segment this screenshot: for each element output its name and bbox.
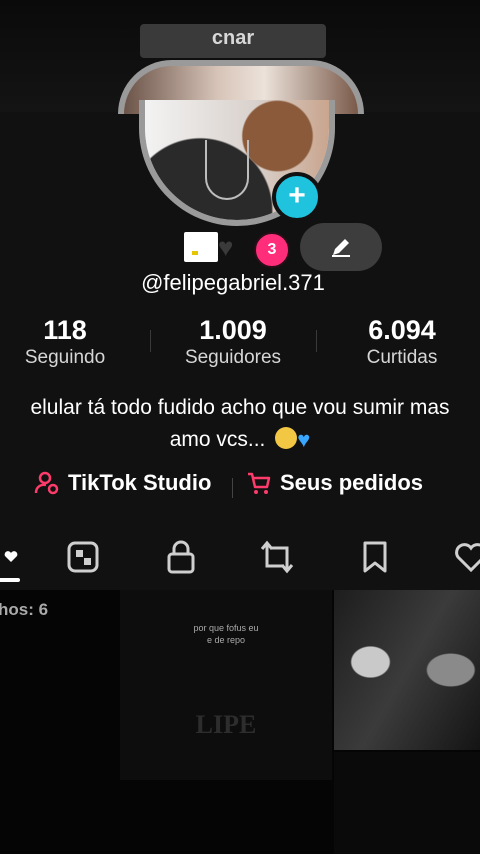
stat-value: 6.094 [368,315,436,345]
avatar-chain [205,140,249,200]
video-tile-photo[interactable] [334,590,480,750]
tiktok-studio-link[interactable]: TikTok Studio [34,470,211,496]
tab-videos[interactable] [0,532,36,582]
stat-label: Curtidas [366,347,438,368]
bookmark-icon [363,541,387,573]
divider [150,330,151,352]
add-story-button[interactable]: + [272,172,322,222]
lock-icon [167,540,195,574]
sad-face-emoji-icon [275,427,298,449]
bio-line-2: amo vcs... ♥ [0,424,480,456]
stat-followers[interactable]: 1.009 Seguidores [166,314,300,370]
stat-value: 1.009 [199,315,267,345]
tab-saved[interactable] [350,532,400,582]
video-tile[interactable] [334,752,480,854]
bio-line-2-text: amo vcs... [169,428,266,451]
grid-section-label: hos: 6 [0,600,49,619]
studio-person-icon [34,471,59,495]
heart-small-icon [4,551,18,562]
orders-label: Seus pedidos [280,470,424,495]
sticker-grid-icon [67,541,99,573]
pencil-icon [332,239,350,257]
repost-icon [260,540,294,574]
video-tile-watermark: LIPE [195,710,257,739]
profile-links: TikTok Studio Seus pedidos [0,470,480,504]
divider [316,330,317,352]
notification-badge[interactable]: 3 [254,232,290,268]
face-emoji-icon [184,232,218,262]
tab-liked[interactable] [446,532,480,582]
stat-following[interactable]: 118 Seguindo [10,314,120,370]
heart-outline-icon [455,543,480,573]
divider [232,478,233,498]
video-tile-caption: por que fofus eu e de repo [193,623,259,645]
video-tile[interactable] [120,590,332,780]
stat-value: 118 [43,315,87,345]
black-heart-icon: ♥ [218,232,234,262]
stat-likes[interactable]: 6.094 Curtidas [340,314,464,370]
orders-link[interactable]: Seus pedidos [246,470,423,496]
bio-line-1: elular tá todo fudido acho que vou sumir… [30,396,450,419]
tiktok-studio-label: TikTok Studio [68,470,212,495]
tab-reposts-grid[interactable] [58,532,108,582]
stat-label: Seguidores [184,347,282,368]
stat-label: Seguindo [24,347,106,368]
tab-reposts[interactable] [252,532,302,582]
active-tab-indicator [0,578,20,582]
tab-private[interactable] [156,532,206,582]
cart-icon [248,472,271,494]
username: @felipegabriel.371 [141,270,325,295]
blue-heart-icon: ♥ [297,427,311,452]
profile-tabs [0,532,480,582]
bio: elular tá todo fudido acho que vou sumir… [0,392,480,456]
edit-profile-button[interactable] [300,223,382,271]
header-title: cnar [140,24,326,58]
